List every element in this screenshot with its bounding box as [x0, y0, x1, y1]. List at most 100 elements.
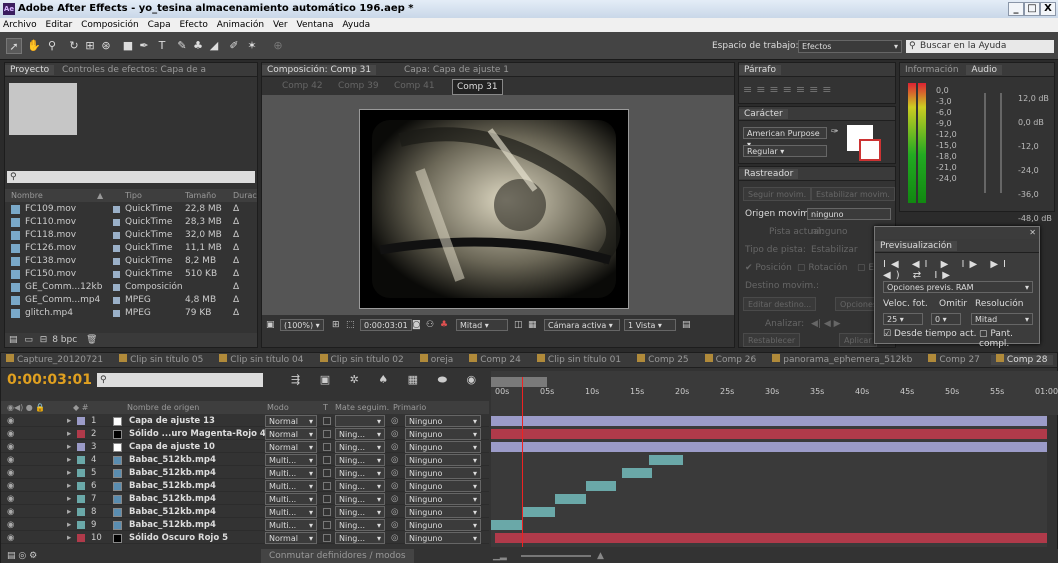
layer-duration-bar[interactable]	[491, 442, 1047, 452]
workspace-dropdown[interactable]: Efectos ▾	[798, 40, 902, 53]
parent-dropdown[interactable]: Ninguno ▾	[405, 467, 481, 479]
region-icon[interactable]: ◫	[514, 317, 523, 333]
preserve-transparency-checkbox[interactable]	[323, 495, 331, 503]
view-layout-dropdown[interactable]: 1 Vista ▾	[624, 319, 676, 331]
timeline-tab[interactable]: Comp 24	[464, 354, 526, 365]
layer-name[interactable]: Sólido ...uro Magenta-Rojo 4	[129, 428, 266, 440]
crumb-comp39[interactable]: Comp 39	[338, 79, 379, 93]
brush-tool-icon[interactable]: ✎	[174, 38, 190, 54]
timeline-layer-row[interactable]: ◉ ▸ 6 Babac_512kb.mp4 Multi... ▾ Ning... ▾ ◎ Ning…	[1, 480, 489, 492]
project-item[interactable]: GE_Comm...12kb Composición Δ	[5, 281, 257, 294]
expand-arrow-icon[interactable]: ▸	[67, 428, 71, 440]
layer-duration-bar[interactable]	[491, 416, 1047, 426]
timeline-tab[interactable]: Clip sin título 02	[315, 354, 409, 365]
track-matte-dropdown[interactable]: Ning... ▾	[335, 506, 385, 518]
timeline-layer-row[interactable]: ◉ ▸ 7 Babac_512kb.mp4 Multi... ▾ Ning... ▾ ◎ Ning…	[1, 493, 489, 505]
track-matte-dropdown[interactable]: Ning... ▾	[335, 493, 385, 505]
ram-preview-options-dropdown[interactable]: Opciones previs. RAM ▾	[883, 281, 1033, 293]
menu-composicion[interactable]: Composición	[81, 20, 139, 30]
current-time-field[interactable]: 0:00:03:01	[360, 319, 412, 331]
project-item[interactable]: GE_Comm...mp4 MPEG 4,8 MB Δ	[5, 294, 257, 307]
timeline-layer-row[interactable]: ◉ ▸ 1 Capa de ajuste 13 Normal ▾ ▾ ◎ Ninguno ▾	[1, 415, 489, 427]
preserve-transparency-checkbox[interactable]	[323, 469, 331, 477]
analyze-controls-icons[interactable]: ◀| ◀ ▶	[811, 319, 841, 329]
full-screen-checkbox[interactable]: ▢ Pant. compl.	[979, 329, 1039, 349]
track-matte-dropdown[interactable]: Ning... ▾	[335, 454, 385, 466]
reset-button[interactable]: Restablecer	[743, 333, 801, 347]
tab-rastreador[interactable]: Rastreador	[739, 169, 799, 179]
snapshot-icon[interactable]: ◙	[412, 317, 421, 333]
work-area-bar[interactable]	[491, 377, 547, 387]
timeline-tab[interactable]: Clip sin título 01	[532, 354, 626, 365]
expand-arrow-icon[interactable]: ▸	[67, 480, 71, 492]
layer-mode-dropdown[interactable]: Normal ▾	[265, 532, 317, 544]
layer-name[interactable]: Capa de ajuste 13	[129, 415, 215, 427]
current-track-value[interactable]: ninguno	[811, 227, 848, 237]
expand-arrow-icon[interactable]: ▸	[67, 467, 71, 479]
expand-arrow-icon[interactable]: ▸	[67, 441, 71, 453]
timeline-layer-row[interactable]: ◉ ▸ 9 Babac_512kb.mp4 Multi... ▾ Ning... ▾ ◎ Ning…	[1, 519, 489, 531]
grid-icon[interactable]: ⊞	[332, 317, 340, 333]
eyedropper-icon[interactable]: ✑	[831, 127, 839, 137]
pick-whip-icon[interactable]: ◎	[391, 441, 398, 453]
pen-tool-icon[interactable]: ✒	[136, 38, 152, 54]
layer-mode-dropdown[interactable]: Normal ▾	[265, 415, 317, 427]
timeline-layer-row[interactable]: ◉ ▸ 10 Sólido Oscuro Rojo 5 Normal ▾ Ning... ▾ ◎…	[1, 532, 489, 544]
timeline-layer-row[interactable]: ◉ ▸ 4 Babac_512kb.mp4 Multi... ▾ Ning... ▾ ◎ Ning…	[1, 454, 489, 466]
layer-mode-dropdown[interactable]: Multi... ▾	[265, 480, 317, 492]
layer-mode-dropdown[interactable]: Multi... ▾	[265, 454, 317, 466]
pan-behind-tool-icon[interactable]: ⊛	[98, 38, 114, 54]
parent-dropdown[interactable]: Ninguno ▾	[405, 454, 481, 466]
col-tipo[interactable]: Tipo	[125, 189, 142, 202]
project-item[interactable]: FC150.mov QuickTime 510 KB Δ	[5, 268, 257, 281]
close-icon[interactable]: ✕	[1029, 228, 1036, 237]
eye-icon[interactable]: ◉	[7, 454, 14, 466]
eye-icon[interactable]: ◉	[7, 519, 14, 531]
tab-informacion[interactable]: Información	[900, 65, 964, 75]
selection-tool-icon[interactable]: ➚	[6, 38, 22, 54]
project-item[interactable]: FC110.mov QuickTime 28,3 MB Δ	[5, 216, 257, 229]
layer-name[interactable]: Babac_512kb.mp4	[129, 506, 216, 518]
layer-name[interactable]: Babac_512kb.mp4	[129, 454, 216, 466]
playhead[interactable]	[521, 377, 523, 547]
axis-mode-icon[interactable]: ⊕	[270, 38, 286, 54]
clone-stamp-tool-icon[interactable]: ♣	[190, 38, 206, 54]
project-item[interactable]: FC126.mov QuickTime 11,1 MB Δ	[5, 242, 257, 255]
parent-dropdown[interactable]: Ninguno ▾	[405, 532, 481, 544]
timeline-tab[interactable]: Comp 28	[990, 354, 1053, 365]
parent-dropdown[interactable]: Ninguno ▾	[405, 428, 481, 440]
time-ruler[interactable]: 00s 05s 10s 15s 20s 25s 30s 35s 40s 45s 50s 55s 01:0…	[491, 371, 1058, 415]
apply-button[interactable]: Aplicar	[839, 333, 877, 347]
layer-duration-bar[interactable]	[523, 507, 555, 517]
tab-composition[interactable]: Composición: Comp 31	[262, 65, 377, 75]
paragraph-alignment-icons[interactable]: ≡≡≡≡≡≡≡	[743, 83, 836, 96]
menu-ayuda[interactable]: Ayuda	[342, 20, 370, 30]
layer-duration-bar[interactable]	[649, 455, 683, 465]
tab-parrafo[interactable]: Párrafo	[739, 65, 781, 75]
eye-icon[interactable]: ◉	[7, 467, 14, 479]
layer-label-swatch[interactable]	[77, 482, 85, 490]
eraser-tool-icon[interactable]: ◢	[206, 38, 222, 54]
stroke-color-swatch[interactable]	[859, 139, 881, 161]
timeline-zoom-slider[interactable]	[521, 555, 591, 557]
expand-arrow-icon[interactable]: ▸	[67, 506, 71, 518]
track-matte-dropdown[interactable]: Ning... ▾	[335, 467, 385, 479]
layer-duration-bar[interactable]	[621, 468, 653, 478]
timeline-search-input[interactable]: ⚲	[97, 373, 263, 387]
layer-label-swatch[interactable]	[77, 508, 85, 516]
menu-ver[interactable]: Ver	[273, 20, 288, 30]
layer-name[interactable]: Babac_512kb.mp4	[129, 519, 216, 531]
resolution-dropdown[interactable]: Mitad ▾	[456, 319, 508, 331]
camera-dropdown[interactable]: Cámara activa ▾	[544, 319, 620, 331]
rotation-checkbox[interactable]: ▢ Rotación	[797, 263, 847, 273]
comp-viewer-area[interactable]	[262, 95, 734, 315]
crumb-comp41[interactable]: Comp 41	[394, 79, 435, 93]
expand-arrow-icon[interactable]: ▸	[67, 454, 71, 466]
parent-dropdown[interactable]: Ninguno ▾	[405, 506, 481, 518]
menu-editar[interactable]: Editar	[46, 20, 73, 30]
rotation-tool-icon[interactable]: ↻	[66, 38, 82, 54]
camera-tool-icon[interactable]: ⊞	[82, 38, 98, 54]
track-matte-dropdown[interactable]: Ning... ▾	[335, 428, 385, 440]
expand-arrow-icon[interactable]: ▸	[67, 415, 71, 427]
timeline-layer-row[interactable]: ◉ ▸ 8 Babac_512kb.mp4 Multi... ▾ Ning... ▾ ◎ Ning…	[1, 506, 489, 518]
